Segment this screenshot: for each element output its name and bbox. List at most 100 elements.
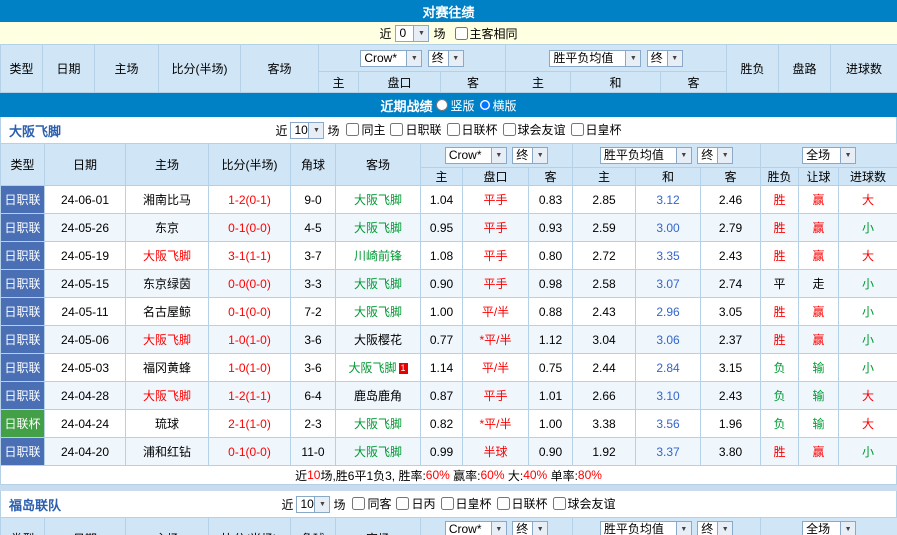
osaka-filter-checkbox-input-2[interactable]: [390, 123, 403, 136]
ah-line: *平/半: [463, 326, 529, 354]
away-team-link[interactable]: 鹿岛鹿角: [336, 382, 421, 410]
chevron-down-icon: ▼: [448, 51, 463, 66]
chevron-down-icon: ▼: [532, 148, 547, 163]
odds-final-select[interactable]: 终▼: [697, 521, 733, 535]
col-away: 客场: [336, 518, 421, 535]
h2h-count-select[interactable]: 0 ▼: [395, 25, 429, 42]
score-link[interactable]: 3-1(1-1): [209, 242, 291, 270]
draw-odds: 3.00: [636, 214, 701, 242]
home-team-link[interactable]: 大阪飞脚: [126, 326, 209, 354]
ah-away-odds: 1.00: [529, 410, 573, 438]
bookmaker-select[interactable]: Crow*▼: [445, 147, 507, 164]
score-link[interactable]: 1-2(0-1): [209, 186, 291, 214]
fukushima-filter-checkbox-3[interactable]: 日皇杯: [441, 495, 492, 512]
fukushima-filter-checkbox-input-2[interactable]: [396, 497, 409, 510]
home-team-link[interactable]: 东京绿茵: [126, 270, 209, 298]
period-select[interactable]: 全场▼: [802, 147, 856, 164]
away-team-link[interactable]: 大阪飞脚1: [336, 354, 421, 382]
ah-line: 平手: [463, 270, 529, 298]
osaka-filter-checkbox-input-5[interactable]: [571, 123, 584, 136]
away-team-link[interactable]: 大阪飞脚: [336, 438, 421, 466]
same-venue-checkbox[interactable]: 主客相同: [455, 25, 518, 42]
fukushima-filter-checkbox-input-5[interactable]: [553, 497, 566, 510]
ah-home-odds: 1.04: [421, 186, 463, 214]
fukushima-filter-checkbox-5[interactable]: 球会友谊: [553, 495, 616, 512]
lose-odds: 2.79: [701, 214, 761, 242]
odds-average-select[interactable]: 胜平负均值▼: [549, 50, 641, 67]
sub-col-away: 客: [441, 72, 506, 93]
odds-average-select[interactable]: 胜平负均值▼: [600, 147, 692, 164]
osaka-filter-checkbox-3[interactable]: 日联杯: [447, 121, 498, 138]
away-team-link[interactable]: 川崎前锋: [336, 242, 421, 270]
ah-line: 平手: [463, 242, 529, 270]
osaka-filter-checkbox-5[interactable]: 日皇杯: [571, 121, 622, 138]
ah-away-odds: 1.01: [529, 382, 573, 410]
away-team-link[interactable]: 大阪飞脚: [336, 298, 421, 326]
score-link[interactable]: 2-1(1-0): [209, 410, 291, 438]
same-venue-checkbox-input[interactable]: [455, 27, 468, 40]
osaka-filter-checkbox-1[interactable]: 同主: [346, 121, 385, 138]
layout-horizontal-radio-input[interactable]: [479, 99, 491, 111]
fukushima-filter-checkbox-2[interactable]: 日丙: [396, 495, 435, 512]
odds-final-select[interactable]: 终▼: [647, 50, 683, 67]
final-odds-select[interactable]: 终▼: [512, 521, 548, 535]
goals-cell: 大: [839, 382, 897, 410]
fukushima-filter-checkbox-1[interactable]: 同客: [352, 495, 391, 512]
final-odds-select[interactable]: 终▼: [512, 147, 548, 164]
score-link[interactable]: 1-0(1-0): [209, 326, 291, 354]
home-team-link[interactable]: 浦和红钻: [126, 438, 209, 466]
osaka-filter-checkbox-4[interactable]: 球会友谊: [503, 121, 566, 138]
odds-final-select[interactable]: 终▼: [697, 147, 733, 164]
home-team-link[interactable]: 湘南比马: [126, 186, 209, 214]
draw-odds: 3.06: [636, 326, 701, 354]
col-away: 客场: [241, 45, 319, 93]
away-team-link[interactable]: 大阪飞脚: [336, 214, 421, 242]
osaka-filter-checkbox-input-1[interactable]: [346, 123, 359, 136]
home-team-link[interactable]: 琉球: [126, 410, 209, 438]
home-team-link[interactable]: 大阪飞脚: [126, 382, 209, 410]
layout-vertical-radio[interactable]: 竖版: [436, 97, 474, 114]
fukushima-filter-checkbox-4[interactable]: 日联杯: [497, 495, 548, 512]
matches-label: 场: [433, 25, 445, 42]
osaka-count-select[interactable]: 10 ▼: [290, 122, 324, 139]
osaka-team-link[interactable]: 大阪飞脚: [9, 121, 61, 140]
layout-vertical-radio-input[interactable]: [436, 99, 448, 111]
final-odds-select[interactable]: 终▼: [428, 50, 464, 67]
fukushima-team-link[interactable]: 福岛联队: [9, 495, 61, 514]
home-team-link[interactable]: 大阪飞脚: [126, 242, 209, 270]
bookmaker-select[interactable]: Crow*▼: [445, 521, 507, 535]
fukushima-count-select[interactable]: 10 ▼: [296, 496, 330, 513]
sub-col-draw: 和: [636, 168, 701, 186]
osaka-filter-checkbox-2[interactable]: 日职联: [390, 121, 441, 138]
away-team-link[interactable]: 大阪飞脚: [336, 270, 421, 298]
date-cell: 24-05-19: [45, 242, 126, 270]
score-link[interactable]: 0-1(0-0): [209, 438, 291, 466]
home-team-link[interactable]: 东京: [126, 214, 209, 242]
period-select[interactable]: 全场▼: [802, 521, 856, 535]
bookmaker-select[interactable]: Crow*▼: [360, 50, 422, 67]
score-link[interactable]: 0-0(0-0): [209, 270, 291, 298]
osaka-filter-checkbox-input-3[interactable]: [447, 123, 460, 136]
col-type: 类型: [1, 144, 45, 186]
home-team-link[interactable]: 名古屋鲸: [126, 298, 209, 326]
fukushima-filter-checkbox-input-1[interactable]: [352, 497, 365, 510]
odds-average-select[interactable]: 胜平负均值▼: [600, 521, 692, 535]
ah-away-odds: 0.88: [529, 298, 573, 326]
away-team-link[interactable]: 大阪飞脚: [336, 186, 421, 214]
draw-odds: 2.96: [636, 298, 701, 326]
ah-line: 平手: [463, 186, 529, 214]
home-team-link[interactable]: 福冈黄蜂: [126, 354, 209, 382]
score-link[interactable]: 1-2(1-1): [209, 382, 291, 410]
lose-odds: 3.05: [701, 298, 761, 326]
away-team-link[interactable]: 大阪樱花: [336, 326, 421, 354]
score-link[interactable]: 1-0(1-0): [209, 354, 291, 382]
fukushima-filter-checkbox-input-4[interactable]: [497, 497, 510, 510]
score-link[interactable]: 0-1(0-0): [209, 214, 291, 242]
osaka-filter-checkbox-input-4[interactable]: [503, 123, 516, 136]
fukushima-filter-checkbox-input-3[interactable]: [441, 497, 454, 510]
score-link[interactable]: 0-1(0-0): [209, 298, 291, 326]
layout-horizontal-radio[interactable]: 横版: [479, 97, 517, 114]
goals-cell: 小: [839, 354, 897, 382]
ah-line: 平手: [463, 214, 529, 242]
away-team-link[interactable]: 大阪飞脚: [336, 410, 421, 438]
